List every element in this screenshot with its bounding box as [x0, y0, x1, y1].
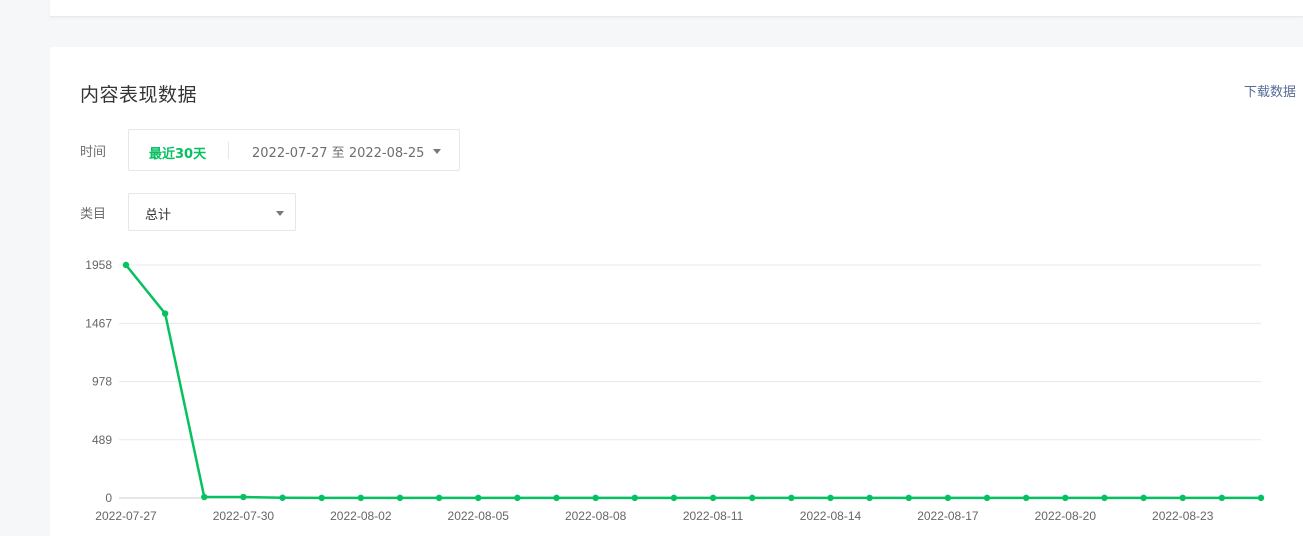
download-data-link[interactable]: 下载数据: [1244, 81, 1296, 100]
card-title: 内容表现数据: [80, 84, 198, 106]
content-performance-card: 内容表现数据 下载数据 时间 最近30天 2022-07-27 至 2022-0…: [50, 47, 1303, 536]
category-select-value: 总计: [145, 208, 172, 223]
time-filter-label: 时间: [80, 145, 107, 160]
chevron-down-icon[interactable]: [433, 149, 441, 154]
last-30-days-option[interactable]: 最近30天: [149, 143, 206, 162]
category-select[interactable]: 总计: [128, 193, 296, 231]
date-range-picker[interactable]: 最近30天 2022-07-27 至 2022-08-25: [128, 129, 460, 171]
category-filter-label: 类目: [80, 207, 107, 222]
top-card: [50, 0, 1303, 17]
date-range-value[interactable]: 2022-07-27 至 2022-08-25: [252, 142, 424, 161]
picker-divider: [228, 142, 229, 159]
chevron-down-icon[interactable]: [276, 211, 284, 216]
